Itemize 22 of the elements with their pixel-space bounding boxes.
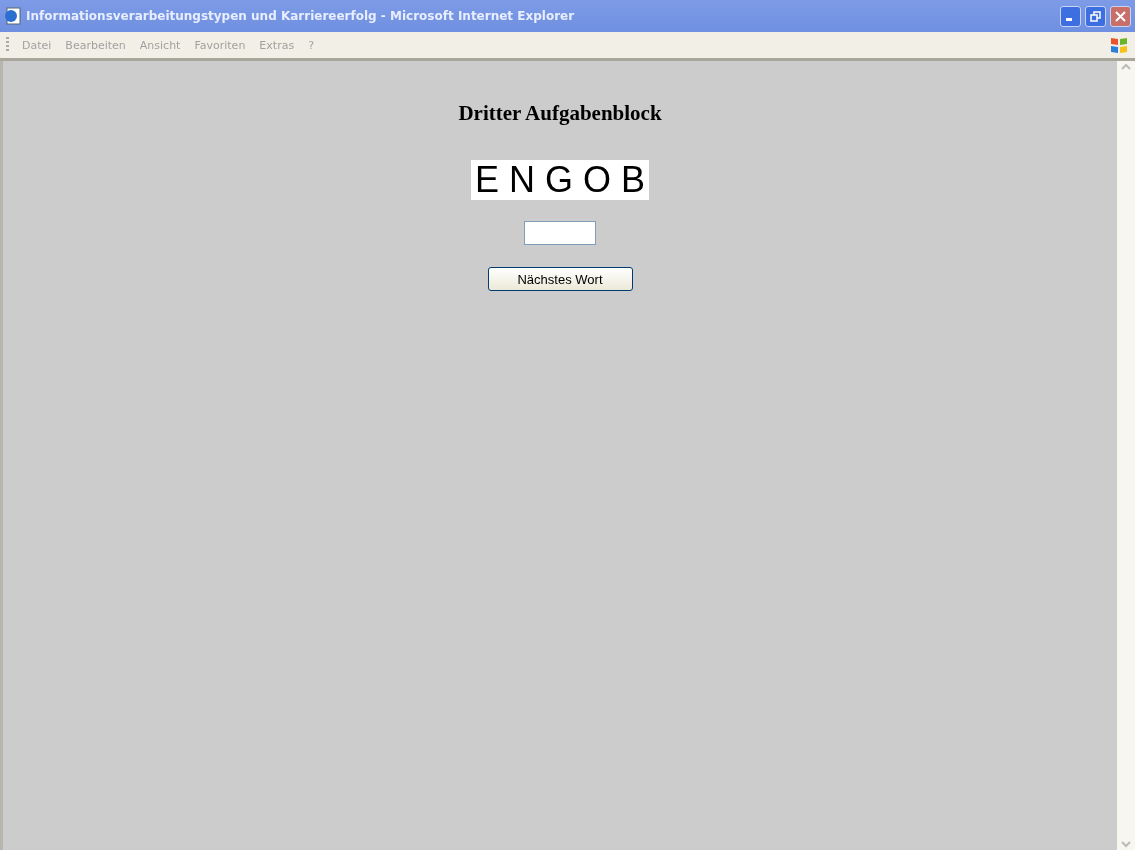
next-word-button[interactable]: Nächstes Wort (487, 267, 633, 291)
word-display: E N G O B (470, 160, 649, 200)
restore-button[interactable] (1085, 5, 1106, 27)
scrollbar[interactable] (1117, 61, 1135, 850)
scroll-down-icon[interactable] (1120, 838, 1132, 850)
close-icon (1115, 10, 1126, 22)
windows-flag-icon (1109, 36, 1129, 54)
menu-item[interactable]: Bearbeiten (58, 36, 133, 54)
menu-item[interactable]: Favoriten (187, 36, 253, 54)
minimize-icon (1066, 17, 1072, 21)
answer-field[interactable] (524, 221, 596, 245)
minimize-button[interactable] (1060, 5, 1081, 27)
menu-item[interactable]: Extras (252, 36, 302, 54)
restore-icon (1090, 10, 1101, 22)
toolbar-grip[interactable] (6, 37, 9, 53)
page-heading: Dritter Aufgabenblock (458, 101, 662, 126)
window-title: Informationsverarbeitungstypen und Karriereerfolg - Microsoft Internet Explorer (26, 9, 576, 23)
menu-item[interactable]: Datei (15, 36, 59, 54)
close-button[interactable] (1110, 5, 1131, 27)
menu-item[interactable]: Ansicht (132, 36, 188, 54)
browser-icon (4, 7, 22, 25)
menu-item[interactable]: ? (301, 36, 321, 54)
